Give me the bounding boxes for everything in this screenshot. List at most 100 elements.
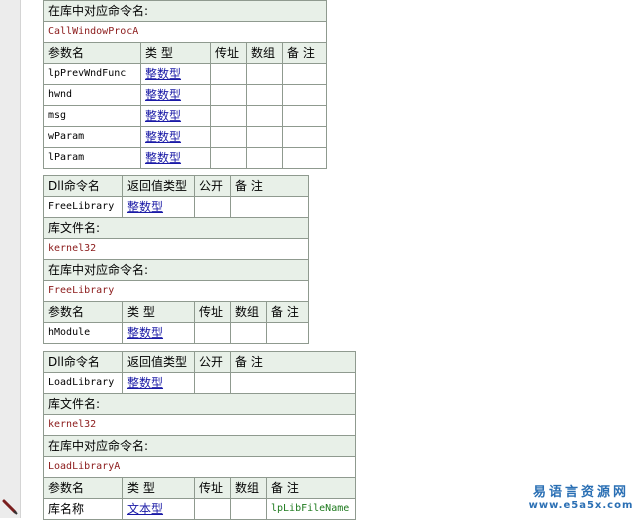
param-type[interactable]: 整数型 — [122, 322, 195, 344]
param-type-link[interactable]: 整数型 — [145, 67, 181, 81]
return-type-link[interactable]: 整数型 — [127, 200, 163, 214]
param-type[interactable]: 整数型 — [140, 147, 211, 169]
col-header-note: 备 注 — [265, 301, 310, 323]
editor-gutter — [0, 0, 21, 518]
param-note-cell[interactable] — [265, 322, 310, 344]
lib-cmd-value[interactable]: FreeLibrary — [42, 280, 310, 302]
col-header-type: 类 型 — [140, 42, 211, 64]
dll-note-cell[interactable] — [229, 196, 310, 218]
pencil-icon — [2, 499, 18, 515]
param-byref-cell[interactable] — [210, 84, 247, 106]
param-byref-cell[interactable] — [194, 498, 231, 520]
lib-cmd-value[interactable]: LoadLibraryA — [42, 456, 357, 478]
param-note[interactable]: lpLibFileName — [265, 498, 357, 520]
col-header-byref: 传址 — [194, 477, 231, 499]
dll-name[interactable]: FreeLibrary — [43, 196, 123, 218]
param-type-link[interactable]: 整数型 — [145, 109, 181, 123]
param-note-cell[interactable] — [281, 126, 328, 148]
param-type[interactable]: 文本型 — [122, 498, 195, 520]
param-array-cell[interactable] — [230, 322, 267, 344]
param-name[interactable]: msg — [43, 105, 141, 127]
col-header-note: 备 注 — [265, 477, 357, 499]
param-name[interactable]: wParam — [43, 126, 141, 148]
dll-header-name: Dll命令名 — [43, 175, 123, 197]
dll-note-cell[interactable] — [229, 372, 357, 394]
watermark-name: 易语言资源网 — [532, 485, 629, 500]
param-type-link[interactable]: 文本型 — [127, 502, 163, 516]
param-row: wParam 整数型 — [43, 126, 328, 148]
param-type-link[interactable]: 整数型 — [127, 326, 163, 340]
callwindowproc-table: 在库中对应命令名: CallWindowProcA 参数名 类 型 传址 数组 … — [42, 0, 328, 169]
dll-header-note: 备 注 — [229, 175, 310, 197]
param-name[interactable]: 库名称 — [43, 498, 123, 520]
col-header-byref: 传址 — [210, 42, 247, 64]
col-header-array: 数组 — [246, 42, 283, 64]
param-type[interactable]: 整数型 — [140, 105, 211, 127]
dll-header-return: 返回值类型 — [122, 351, 195, 373]
param-array-cell[interactable] — [246, 105, 283, 127]
freelibrary-table: Dll命令名 返回值类型 公开 备 注 FreeLibrary 整数型 库文件名… — [42, 175, 310, 344]
param-note-cell[interactable] — [281, 63, 328, 85]
param-note-cell[interactable] — [281, 84, 328, 106]
lib-file-label: 库文件名: — [42, 393, 357, 415]
param-array-cell[interactable] — [246, 63, 283, 85]
col-header-note: 备 注 — [281, 42, 328, 64]
lib-cmd-label: 在库中对应命令名: — [42, 0, 328, 22]
param-array-cell[interactable] — [246, 147, 283, 169]
param-row: msg 整数型 — [43, 105, 328, 127]
param-row: 库名称 文本型 lpLibFileName — [43, 498, 357, 520]
param-type[interactable]: 整数型 — [140, 63, 211, 85]
dll-header-name: Dll命令名 — [43, 351, 123, 373]
col-header-byref: 传址 — [194, 301, 231, 323]
dll-public-cell[interactable] — [194, 372, 231, 394]
col-header-param-name: 参数名 — [43, 301, 123, 323]
dll-header-return: 返回值类型 — [122, 175, 195, 197]
lib-cmd-value[interactable]: CallWindowProcA — [42, 21, 328, 43]
return-type-link[interactable]: 整数型 — [127, 376, 163, 390]
param-row: hwnd 整数型 — [43, 84, 328, 106]
watermark-url: www.e5a5x.com — [528, 500, 634, 511]
lib-cmd-label: 在库中对应命令名: — [42, 435, 357, 457]
param-byref-cell[interactable] — [194, 322, 231, 344]
dll-header-note: 备 注 — [229, 351, 357, 373]
col-header-type: 类 型 — [122, 477, 195, 499]
loadlibrary-table: Dll命令名 返回值类型 公开 备 注 LoadLibrary 整数型 库文件名… — [42, 351, 357, 520]
col-header-param-name: 参数名 — [43, 42, 141, 64]
param-byref-cell[interactable] — [210, 105, 247, 127]
param-byref-cell[interactable] — [210, 147, 247, 169]
param-type-link[interactable]: 整数型 — [145, 130, 181, 144]
param-name[interactable]: hModule — [43, 322, 123, 344]
col-header-array: 数组 — [230, 477, 267, 499]
col-header-param-name: 参数名 — [43, 477, 123, 499]
site-watermark-logo: 易语言资源网 www.e5a5x.com — [522, 481, 640, 511]
param-type-link[interactable]: 整数型 — [145, 88, 181, 102]
dll-name[interactable]: LoadLibrary — [43, 372, 123, 394]
lib-file-value[interactable]: kernel32 — [42, 414, 357, 436]
param-type[interactable]: 整数型 — [140, 126, 211, 148]
param-name[interactable]: hwnd — [43, 84, 141, 106]
dll-header-public: 公开 — [194, 175, 231, 197]
lib-cmd-label: 在库中对应命令名: — [42, 259, 310, 281]
param-byref-cell[interactable] — [210, 63, 247, 85]
param-byref-cell[interactable] — [210, 126, 247, 148]
param-row: lParam 整数型 — [43, 147, 328, 169]
param-type-link[interactable]: 整数型 — [145, 151, 181, 165]
dll-header-public: 公开 — [194, 351, 231, 373]
param-array-cell[interactable] — [246, 84, 283, 106]
col-header-array: 数组 — [230, 301, 267, 323]
param-row: lpPrevWndFunc 整数型 — [43, 63, 328, 85]
dll-return-type[interactable]: 整数型 — [122, 372, 195, 394]
col-header-type: 类 型 — [122, 301, 195, 323]
param-row: hModule 整数型 — [43, 322, 310, 344]
dll-return-type[interactable]: 整数型 — [122, 196, 195, 218]
dll-public-cell[interactable] — [194, 196, 231, 218]
param-array-cell[interactable] — [230, 498, 267, 520]
param-note-cell[interactable] — [281, 105, 328, 127]
param-name[interactable]: lParam — [43, 147, 141, 169]
param-type[interactable]: 整数型 — [140, 84, 211, 106]
param-note-cell[interactable] — [281, 147, 328, 169]
lib-file-label: 库文件名: — [42, 217, 310, 239]
param-name[interactable]: lpPrevWndFunc — [43, 63, 141, 85]
lib-file-value[interactable]: kernel32 — [42, 238, 310, 260]
param-array-cell[interactable] — [246, 126, 283, 148]
